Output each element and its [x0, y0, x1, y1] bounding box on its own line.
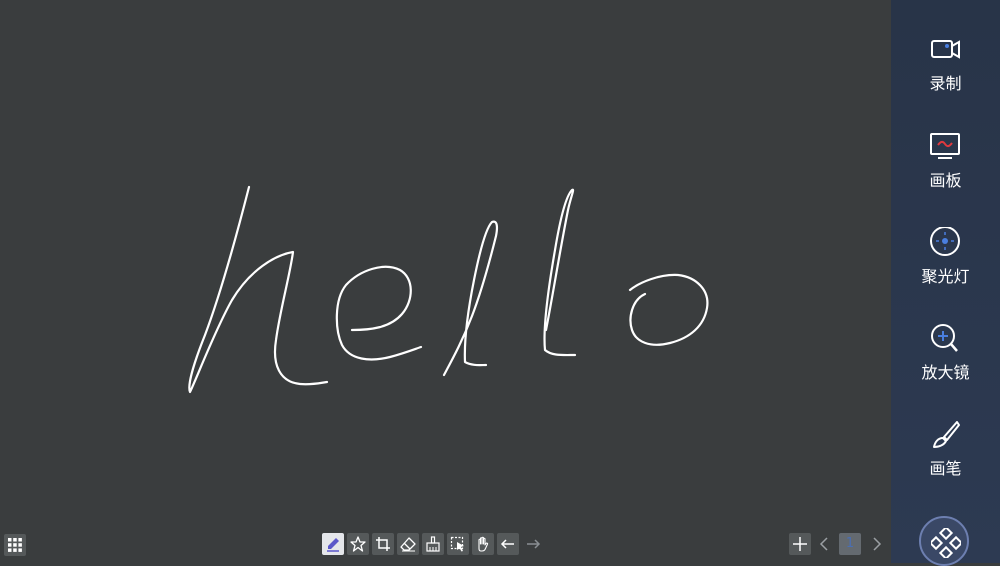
sidebar-item-label: 录制: [929, 74, 962, 93]
apps-grid-icon: [8, 538, 22, 552]
eraser-icon: [400, 537, 416, 552]
stroke-l1: [442, 220, 499, 377]
tool-select[interactable]: [447, 533, 469, 555]
redo-arrow-icon: [527, 539, 541, 549]
sidebar: 录制 画板 聚光灯 放大镜 画笔: [891, 0, 1000, 563]
stroke-o: [628, 273, 709, 346]
pen-icon: [327, 538, 339, 552]
star-shape-icon: [350, 536, 366, 552]
sidebar-item-brush[interactable]: 画笔: [891, 419, 1000, 489]
undo-arrow-icon: [500, 539, 514, 549]
tool-redo[interactable]: [522, 533, 544, 555]
magnifier-icon: [931, 324, 958, 352]
tool-shape[interactable]: [347, 533, 369, 555]
tool-crop[interactable]: [372, 533, 394, 555]
video-camera-icon: [931, 40, 960, 59]
add-page-button[interactable]: [789, 533, 811, 555]
select-icon: [450, 536, 464, 552]
hand-pan-icon: [478, 536, 489, 552]
crop-icon: [376, 537, 390, 551]
tool-pen[interactable]: [322, 533, 344, 555]
sidebar-item-label: 画板: [929, 171, 962, 190]
next-page-button[interactable]: [865, 533, 887, 555]
drawing-canvas[interactable]: [0, 0, 891, 563]
chevron-left-icon: [819, 537, 828, 551]
sidebar-item-spotlight[interactable]: 聚光灯: [891, 227, 1000, 297]
sidebar-item-label: 画笔: [929, 459, 962, 478]
sidebar-item-label: 聚光灯: [921, 267, 970, 286]
tool-pan[interactable]: [472, 533, 494, 555]
clear-broom-icon: [426, 536, 440, 552]
stroke-h: [188, 185, 329, 394]
tool-eraser[interactable]: [397, 533, 419, 555]
tool-clear[interactable]: [422, 533, 444, 555]
stroke-l2: [543, 188, 577, 357]
chevron-right-icon: [873, 537, 882, 551]
sidebar-item-label: 放大镜: [921, 363, 970, 382]
apps-grid-button[interactable]: [4, 534, 26, 556]
diamond-grid-icon: [931, 528, 961, 558]
sidebar-item-record[interactable]: 录制: [891, 34, 1000, 104]
floating-menu-button[interactable]: [919, 516, 969, 566]
handwriting-hello: [188, 185, 709, 394]
whiteboard-icon: [930, 133, 960, 159]
stroke-e: [335, 265, 423, 361]
tool-undo[interactable]: [497, 533, 519, 555]
page-number[interactable]: 1: [839, 533, 861, 555]
prev-page-button[interactable]: [814, 533, 836, 555]
plus-icon: [793, 537, 807, 551]
sidebar-item-whiteboard[interactable]: 画板: [891, 131, 1000, 201]
spotlight-icon: [930, 227, 960, 256]
brush-icon: [933, 421, 960, 448]
sidebar-item-magnifier[interactable]: 放大镜: [891, 323, 1000, 393]
